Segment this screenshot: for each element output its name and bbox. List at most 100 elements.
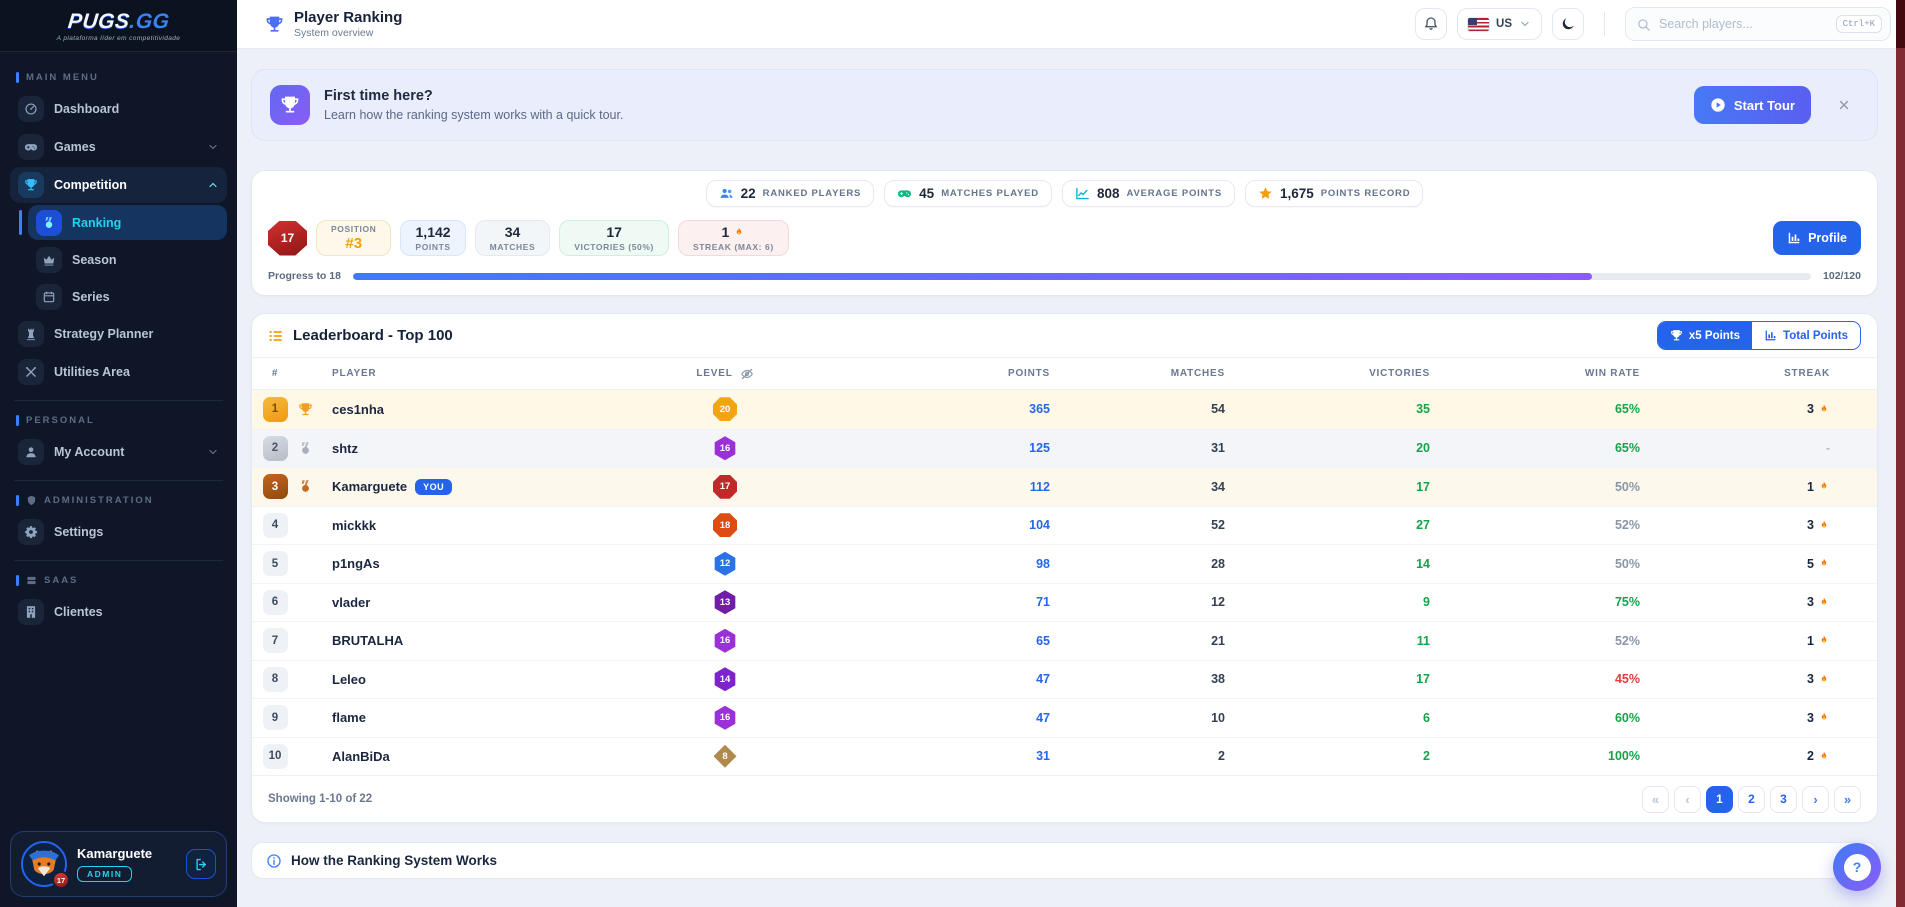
position-pills: POSITION#31,142POINTS34MATCHES17VICTORIE…: [316, 220, 789, 256]
sidebar-user-card[interactable]: 17 Kamarguete ADMIN: [10, 831, 227, 897]
leaderboard-row-p1ngas[interactable]: 5p1ngAs1298281450%5: [252, 544, 1877, 583]
matches-value: 12: [1211, 595, 1225, 609]
sidebar-item-dashboard[interactable]: Dashboard: [10, 91, 227, 127]
leaderboard-row-ces1nha[interactable]: 1ces1nha20365543565%3: [252, 390, 1877, 429]
help-button[interactable]: ?: [1833, 843, 1881, 891]
notifications-button[interactable]: [1415, 8, 1447, 40]
gamepad-icon: [18, 134, 44, 160]
last-page-button[interactable]: »: [1834, 786, 1861, 813]
chartline-icon: [1075, 186, 1090, 201]
topbar-divider: [1604, 12, 1605, 36]
chart-bars-icon: [1787, 231, 1801, 245]
matches-value: 31: [1211, 441, 1225, 455]
leaderboard-row-mickkk[interactable]: 4mickkk18104522752%3: [252, 506, 1877, 545]
player-name: vlader: [332, 595, 370, 610]
sidebar-divider: [14, 400, 223, 401]
prev-page-button[interactable]: ‹: [1674, 786, 1701, 813]
streak-value: 5: [1807, 557, 1830, 571]
search-input[interactable]: [1659, 17, 1828, 31]
question-mark-icon: ?: [1844, 854, 1871, 881]
first-page-button[interactable]: «: [1642, 786, 1669, 813]
win-rate-value: 60%: [1615, 711, 1640, 725]
search-box[interactable]: Ctrl+K: [1625, 7, 1891, 41]
leaderboard-row-flame[interactable]: 9flame164710660%3: [252, 698, 1877, 737]
dark-mode-toggle[interactable]: [1552, 8, 1584, 40]
leaderboard-row-kamarguete[interactable]: 3KamargueteYOU17112341750%1: [252, 467, 1877, 506]
sidebar-item-ranking[interactable]: Ranking: [28, 205, 227, 240]
points-link[interactable]: 71: [1036, 595, 1050, 609]
matches-value: 2: [1218, 749, 1225, 763]
toggle-x5-points[interactable]: x5 Points: [1658, 322, 1752, 349]
leaderboard-row-shtz[interactable]: 2shtz16125312065%-: [252, 429, 1877, 468]
sidebar-item-games[interactable]: Games: [10, 129, 227, 165]
level-badge: 18: [713, 513, 737, 537]
my-position-card: 22RANKED PLAYERS45MATCHES PLAYED808AVERA…: [251, 170, 1878, 296]
sidebar-item-series[interactable]: Series: [28, 279, 227, 314]
points-link[interactable]: 65: [1036, 634, 1050, 648]
matches-value: 28: [1211, 557, 1225, 571]
sidebar-item-my-account[interactable]: My Account: [10, 434, 227, 470]
leaderboard-row-vlader[interactable]: 6vlader137112975%3: [252, 583, 1877, 622]
points-link[interactable]: 31: [1036, 749, 1050, 763]
points-link[interactable]: 98: [1036, 557, 1050, 571]
profile-button[interactable]: Profile: [1773, 221, 1861, 255]
points-link[interactable]: 47: [1036, 711, 1050, 725]
crown-icon: [36, 247, 62, 273]
leaderboard-header: Leaderboard - Top 100 x5 PointsTotal Poi…: [252, 314, 1877, 358]
col-rank: #: [272, 368, 278, 379]
progress-fill: [353, 273, 1592, 280]
logout-button[interactable]: [186, 849, 216, 879]
flame-icon: [1818, 557, 1830, 570]
section-bar: [16, 575, 19, 586]
logo[interactable]: PUGS.GG A plataforma líder em competitiv…: [0, 0, 237, 52]
page-scrollbar[interactable]: [1896, 0, 1905, 907]
avatar: 17: [21, 841, 67, 887]
points-link[interactable]: 112: [1030, 480, 1050, 494]
col-player: PLAYER: [320, 368, 376, 379]
victories-value: 9: [1423, 595, 1430, 609]
col-level: LEVEL: [696, 368, 732, 379]
points-link[interactable]: 365: [1029, 402, 1050, 416]
summary-stats-row: 22RANKED PLAYERS45MATCHES PLAYED808AVERA…: [268, 180, 1861, 207]
page-button-2[interactable]: 2: [1738, 786, 1765, 813]
col-win-rate: WIN RATE: [1585, 368, 1640, 379]
position-pill-matches: 34MATCHES: [475, 220, 551, 256]
position-pill-victories-50: 17VICTORIES (50%): [559, 220, 669, 256]
flame-icon: [1818, 480, 1830, 493]
sidebar-item-season[interactable]: Season: [28, 242, 227, 277]
page-button-1[interactable]: 1: [1706, 786, 1733, 813]
toggle-total-points[interactable]: Total Points: [1752, 322, 1860, 349]
user-icon: [18, 439, 44, 465]
streak-value: -: [1826, 441, 1830, 455]
scrollbar-thumb[interactable]: [1896, 0, 1905, 48]
main-area: Player Ranking System overview US: [237, 0, 1905, 907]
level-badge: 16: [713, 436, 737, 460]
showing-label: Showing 1-10 of 22: [268, 793, 372, 805]
banner-close-button[interactable]: [1829, 90, 1859, 120]
page-button-3[interactable]: 3: [1770, 786, 1797, 813]
points-link[interactable]: 104: [1029, 518, 1050, 532]
points-link[interactable]: 47: [1036, 672, 1050, 686]
leaderboard-row-brutalha[interactable]: 7BRUTALHA1665211152%1: [252, 621, 1877, 660]
sidebar-item-strategy-planner[interactable]: Strategy Planner: [10, 316, 227, 352]
player-name: BRUTALHA: [332, 633, 403, 648]
start-tour-button[interactable]: Start Tour: [1694, 86, 1811, 124]
language-selector[interactable]: US: [1457, 8, 1542, 40]
points-link[interactable]: 125: [1029, 441, 1050, 455]
sidebar-item-settings[interactable]: Settings: [10, 514, 227, 550]
eye-off-icon[interactable]: [740, 367, 754, 381]
rank-badge: 7: [263, 628, 288, 653]
start-tour-label: Start Tour: [1734, 98, 1795, 113]
leaderboard-row-leleo[interactable]: 8Leleo1447381745%3: [252, 660, 1877, 699]
sidebar-item-utilities-area[interactable]: Utilities Area: [10, 354, 227, 390]
faq-accordion[interactable]: How the Ranking System Works: [251, 842, 1878, 879]
next-page-button[interactable]: ›: [1802, 786, 1829, 813]
sidebar-item-competition[interactable]: Competition: [10, 167, 227, 203]
sidebar-item-clientes[interactable]: Clientes: [10, 594, 227, 630]
leaderboard-body: 1ces1nha20365543565%32shtz16125312065%-3…: [252, 390, 1877, 775]
leaderboard-title: Leaderboard - Top 100: [293, 327, 453, 344]
streak-value: 2: [1807, 749, 1830, 763]
leaderboard-row-alanbida[interactable]: 10AlanBiDa83122100%2: [252, 737, 1877, 776]
app-root: PUGS.GG A plataforma líder em competitiv…: [0, 0, 1905, 907]
sidebar-section-saas: SAAS: [16, 575, 221, 586]
